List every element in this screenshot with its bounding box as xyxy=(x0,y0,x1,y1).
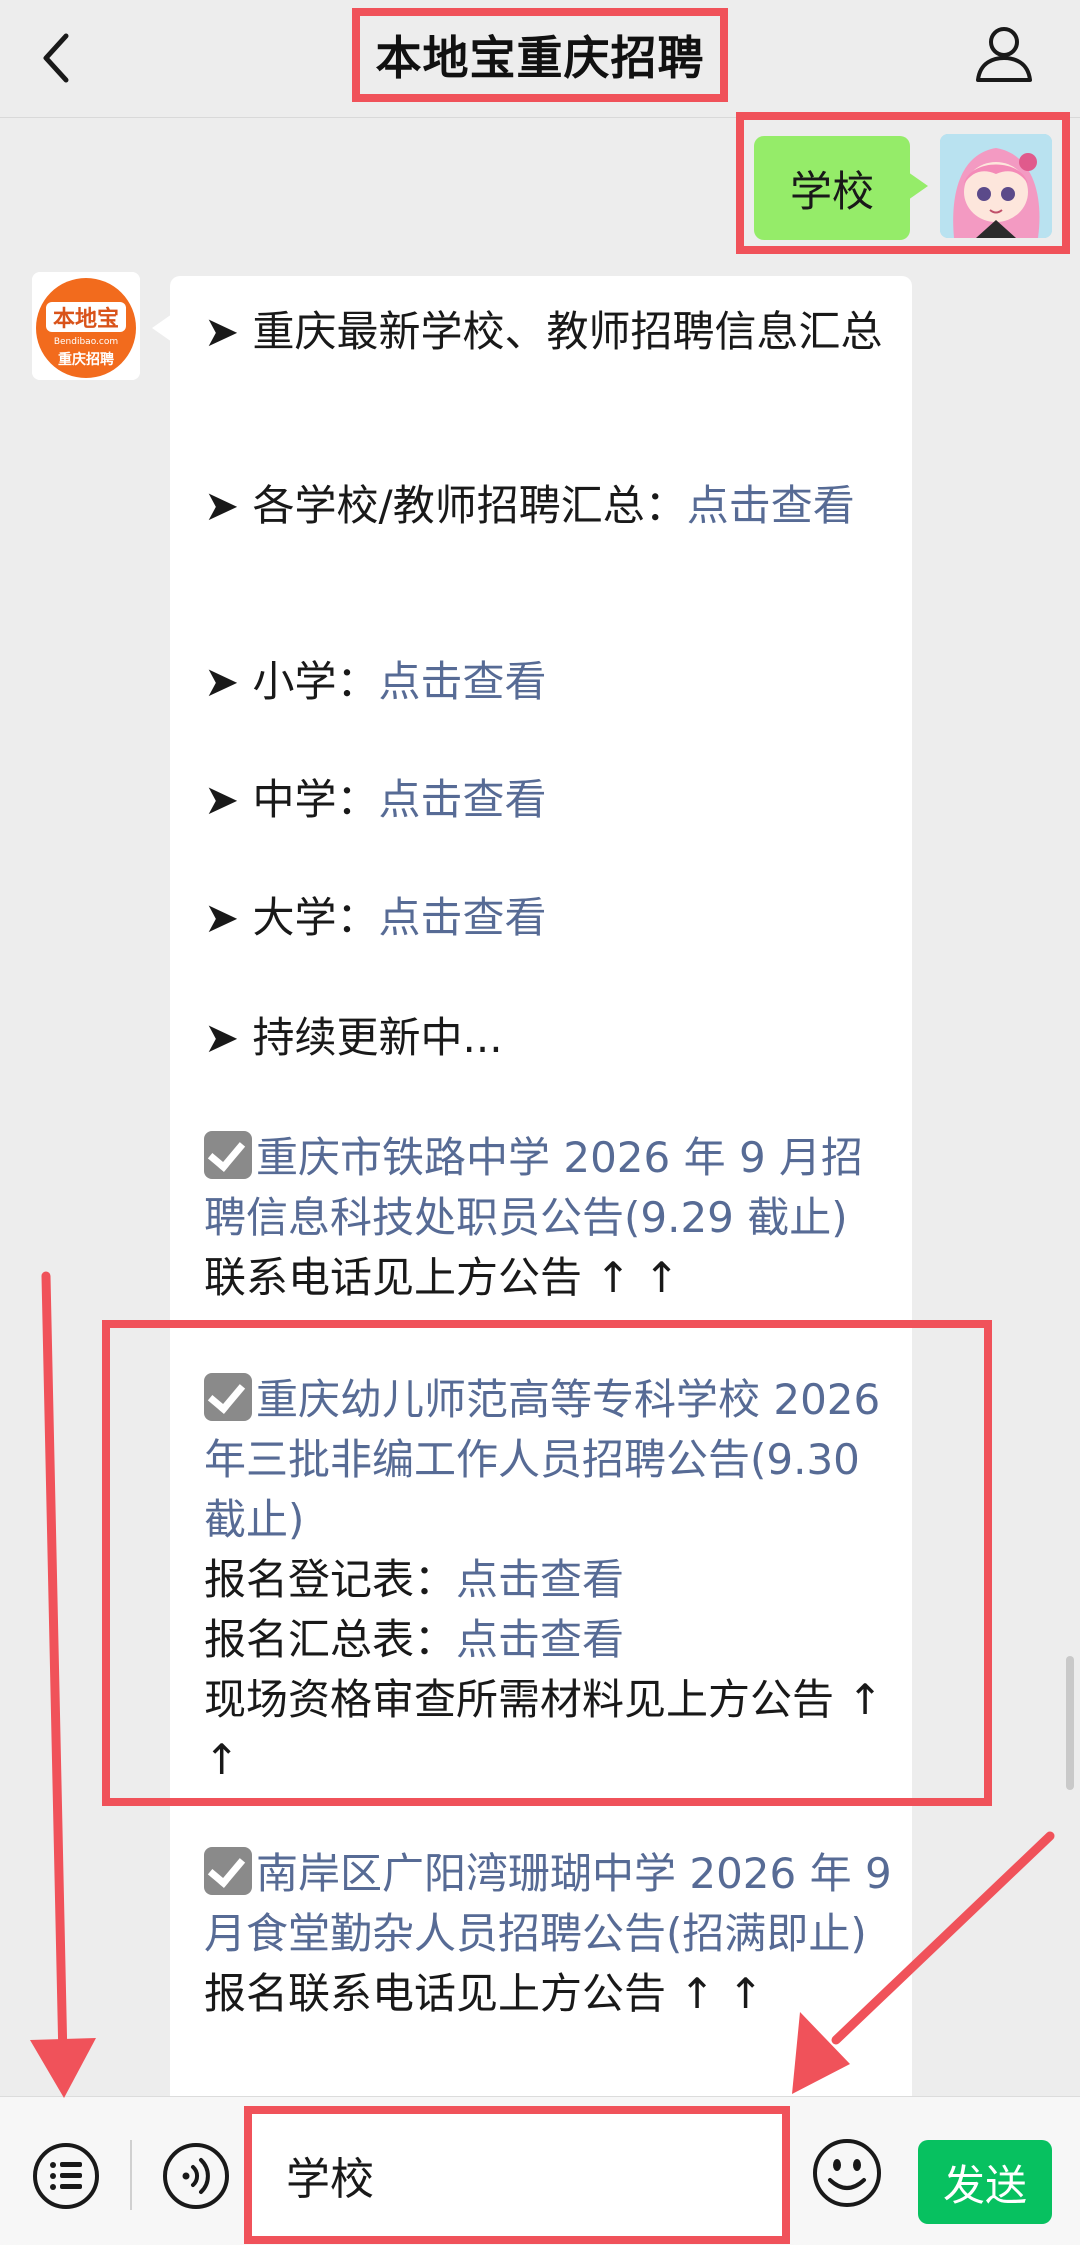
link-railway-school[interactable]: 重庆市铁路中学 2026 年 9 月招聘信息科技处职员公告(9.29 截止) xyxy=(204,1133,863,1242)
menu-list-icon[interactable] xyxy=(30,2140,102,2212)
link-all-schools[interactable]: 点击查看 xyxy=(687,481,855,530)
logo-sub: Bendibao.com xyxy=(54,337,118,347)
msg-line-summary: ➤ 重庆最新学校、教师招聘信息汇总 xyxy=(204,302,894,362)
msg-primary-label: ➤ 小学： xyxy=(204,657,379,706)
arrow-to-menu-icon xyxy=(30,1271,96,2098)
link-university[interactable]: 点击查看 xyxy=(379,893,547,942)
logo-text: 本地宝 xyxy=(53,306,119,332)
send-button[interactable]: 发送 xyxy=(918,2140,1052,2224)
checkbox-icon xyxy=(204,1847,252,1895)
emoji-icon[interactable] xyxy=(810,2136,884,2210)
msg-summary-text: ➤ 重庆最新学校、教师招聘信息汇总 xyxy=(204,307,883,356)
my-message-bubble[interactable]: 学校 xyxy=(754,136,928,240)
msg-line-university: ➤ 大学：点击查看 xyxy=(204,888,894,948)
divider xyxy=(130,2140,132,2210)
logo-label: 重庆招聘 xyxy=(58,351,114,368)
scrollbar[interactable] xyxy=(1066,1656,1074,1790)
preschool-item-highlight xyxy=(102,1320,992,1806)
list-item-railway-school: 重庆市铁路中学 2026 年 9 月招聘信息科技处职员公告(9.29 截止) 联… xyxy=(204,1128,894,1308)
msg-university-label: ➤ 大学： xyxy=(204,893,379,942)
msg-line-middle: ➤ 中学：点击查看 xyxy=(204,770,894,830)
railway-school-note: 联系电话见上方公告 ↑ ↑ xyxy=(204,1253,680,1302)
page-title: 本地宝重庆招聘 xyxy=(375,31,705,85)
message-input[interactable] xyxy=(262,2122,774,2228)
msg-all-schools-label: ➤ 各学校/教师招聘汇总： xyxy=(204,481,687,530)
link-coral-school[interactable]: 南岸区广阳湾珊瑚中学 2026 年 9 月食堂勤杂人员招聘公告(招满即止) xyxy=(204,1849,892,1958)
my-avatar[interactable] xyxy=(940,134,1052,238)
msg-middle-label: ➤ 中学： xyxy=(204,775,379,824)
msg-updating-text: ➤ 持续更新中... xyxy=(204,1013,503,1062)
official-account-avatar[interactable]: 本地宝 Bendibao.com 重庆招聘 xyxy=(32,272,140,380)
anime-avatar-icon xyxy=(940,134,1052,238)
user-profile-icon[interactable] xyxy=(972,22,1036,86)
msg-line-primary: ➤ 小学：点击查看 xyxy=(204,652,894,712)
msg-line-updating: ➤ 持续更新中... xyxy=(204,1008,894,1068)
my-message-text: 学校 xyxy=(789,166,874,216)
coral-school-note: 报名联系电话见上方公告 ↑ ↑ xyxy=(204,1969,764,2018)
back-icon[interactable] xyxy=(30,28,90,88)
link-middle[interactable]: 点击查看 xyxy=(379,775,547,824)
msg-line-all-schools: ➤ 各学校/教师招聘汇总：点击查看 xyxy=(204,476,894,536)
checkbox-icon xyxy=(204,1131,252,1179)
voice-icon[interactable] xyxy=(160,2140,232,2212)
link-primary[interactable]: 点击查看 xyxy=(379,657,547,706)
bendibao-logo-icon: 本地宝 Bendibao.com 重庆招聘 xyxy=(32,272,140,380)
title-highlight: 本地宝重庆招聘 xyxy=(352,8,728,102)
list-item-coral-school: 南岸区广阳湾珊瑚中学 2026 年 9 月食堂勤杂人员招聘公告(招满即止) 报名… xyxy=(204,1844,894,2024)
